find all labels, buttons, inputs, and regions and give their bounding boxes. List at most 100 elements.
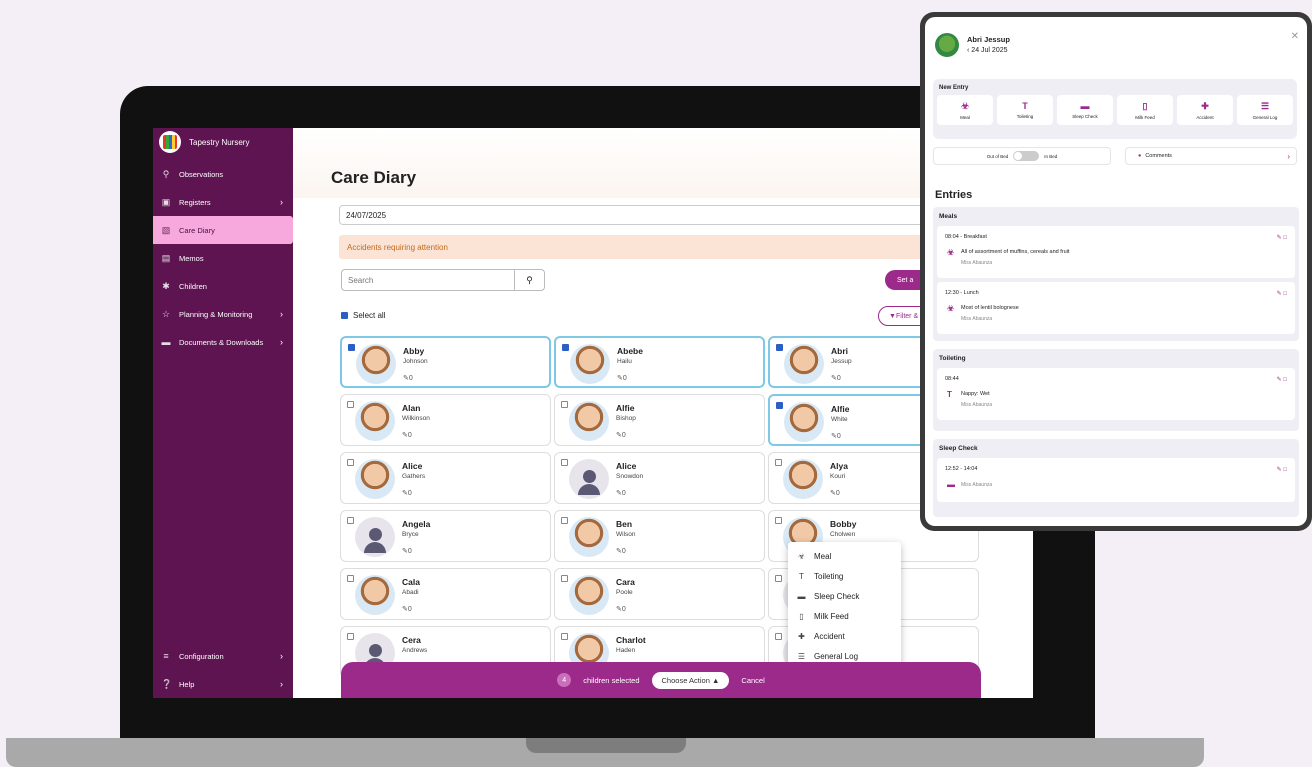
edit-icon[interactable]: ✎ □	[1277, 376, 1287, 383]
child-checkbox[interactable]	[775, 459, 782, 466]
sidebar-item-children[interactable]: ✱ Children	[153, 272, 293, 300]
child-checkbox[interactable]	[561, 401, 568, 408]
new-general-log-button[interactable]: ☰ General Log	[1237, 95, 1293, 125]
meal-icon: ☣	[947, 304, 955, 313]
entry-card[interactable]: 08:04 - Breakfast ☣ All of assortment of…	[937, 226, 1295, 278]
new-sleep-check-button[interactable]: ▬ Sleep Check	[1057, 95, 1113, 125]
child-checkbox[interactable]	[776, 402, 783, 409]
sidebar-item-planning[interactable]: ☆ Planning & Monitoring ›	[153, 300, 293, 328]
brand[interactable]: Tapestry Nursery	[153, 128, 293, 156]
child-last-name: Kouri	[830, 473, 846, 480]
child-first-name: Abri	[831, 346, 848, 356]
child-card[interactable]: Abebe Hailu ✎0	[554, 336, 765, 388]
entry-card[interactable]: 12:30 - Lunch ☣ Most of lentil bolognese…	[937, 282, 1295, 334]
meal-icon: ☣	[797, 551, 806, 561]
date-field[interactable]: 24/07/2025	[339, 205, 939, 225]
sidebar-item-care-diary[interactable]: ▧ Care Diary	[153, 216, 293, 244]
edit-icon[interactable]: ✎ □	[1277, 290, 1287, 297]
accidents-alert[interactable]: Accidents requiring attention	[339, 235, 939, 259]
child-card[interactable]: Angela Bryce ✎0	[340, 510, 551, 562]
child-first-name: Alya	[830, 461, 848, 471]
entry-staff: Miss Abaunza	[961, 260, 993, 266]
child-checkbox[interactable]	[347, 401, 354, 408]
child-checkbox[interactable]	[347, 633, 354, 640]
child-card[interactable]: Cala Abadi ✎0	[340, 568, 551, 620]
child-checkbox[interactable]	[561, 575, 568, 582]
new-entry-label: Milk Feed	[1135, 114, 1155, 120]
date-nav[interactable]: ‹ 24 Jul 2025	[967, 47, 1008, 54]
entry-count-value: 0	[407, 432, 412, 439]
laptop-notch	[526, 738, 686, 753]
child-card[interactable]: Alice Gathers ✎0	[340, 452, 551, 504]
new-entry-label: Toileting	[1016, 114, 1034, 119]
child-checkbox[interactable]	[348, 344, 355, 351]
choose-action-button[interactable]: Choose Action ▲	[651, 671, 730, 689]
edit-icon[interactable]: ✎ □	[1277, 466, 1287, 473]
new-meal-button[interactable]: ☣ Meal	[937, 95, 993, 125]
edit-icon[interactable]: ✎ □	[1277, 234, 1287, 241]
sidebar-item-memos[interactable]: ▤ Memos	[153, 244, 293, 272]
child-last-name: Cholwen	[830, 531, 856, 538]
bed-toggle[interactable]	[1013, 151, 1040, 161]
child-card[interactable]: Alan Wilkinson ✎0	[340, 394, 551, 446]
menu-item-milk-feed[interactable]: ▯ Milk Feed	[788, 606, 901, 626]
avatar	[569, 459, 609, 499]
page-title: Care Diary	[331, 168, 417, 187]
chevron-right-icon: ›	[280, 679, 283, 689]
toileting-section: Toileting 08:44 T Nappy: Wet Miss Abaunz…	[933, 349, 1299, 431]
child-checkbox[interactable]	[775, 575, 782, 582]
menu-item-toileting[interactable]: T Toileting	[788, 566, 901, 586]
child-checkbox[interactable]	[562, 344, 569, 351]
child-card[interactable]: Alice Snowdon ✎0	[554, 452, 765, 504]
list-icon: ☰	[797, 651, 806, 661]
search-input[interactable]	[342, 270, 514, 290]
chevron-left-icon[interactable]: ‹	[967, 47, 969, 54]
entry-count-value: 0	[622, 375, 627, 382]
child-last-name: Bishop	[616, 415, 636, 422]
list-icon: ☰	[1260, 100, 1270, 111]
sidebar-item-help[interactable]: ❔ Help ›	[153, 670, 293, 698]
select-all-checkbox[interactable]	[341, 312, 348, 319]
child-checkbox[interactable]	[347, 517, 354, 524]
entry-staff: Miss Abaunza	[961, 482, 993, 488]
select-all[interactable]: Select all	[341, 311, 385, 320]
entry-card[interactable]: 08:44 T Nappy: Wet Miss Abaunza ✎ □	[937, 368, 1295, 420]
child-checkbox[interactable]	[561, 459, 568, 466]
tablet-screen: Abri Jessup ‹ 24 Jul 2025 ✕ New Entry ☣ M…	[925, 17, 1307, 526]
child-card[interactable]: Ben Wilson ✎0	[554, 510, 765, 562]
child-last-name: Bryce	[402, 531, 419, 538]
new-toileting-button[interactable]: T Toileting	[997, 95, 1053, 125]
menu-item-sleep-check[interactable]: ▬ Sleep Check	[788, 586, 901, 606]
avatar	[570, 344, 610, 384]
entry-card[interactable]: 12:52 - 14:04 ▬ Miss Abaunza ✎ □	[937, 458, 1295, 502]
child-checkbox[interactable]	[561, 633, 568, 640]
child-card[interactable]: Alfie Bishop ✎0	[554, 394, 765, 446]
brand-name: Tapestry Nursery	[189, 137, 250, 147]
sidebar-item-registers[interactable]: ▣ Registers ›	[153, 188, 293, 216]
new-accident-button[interactable]: ✚ Accident	[1177, 95, 1233, 125]
comments-button[interactable]: ● Comments ›	[1125, 147, 1297, 165]
new-milk-feed-button[interactable]: ▯ Milk Feed	[1117, 95, 1173, 125]
child-checkbox[interactable]	[347, 575, 354, 582]
section-title: Meals	[939, 213, 958, 220]
new-entry-label: Sleep Check	[1072, 114, 1098, 119]
child-card[interactable]: Cara Poole ✎0	[554, 568, 765, 620]
new-entry-label: Accident	[1196, 114, 1214, 120]
child-checkbox[interactable]	[347, 459, 354, 466]
child-checkbox[interactable]	[561, 517, 568, 524]
entry-count: ✎0	[616, 489, 626, 497]
sidebar-item-documents[interactable]: ▬ Documents & Downloads ›	[153, 328, 293, 356]
child-card[interactable]: Abby Johnson ✎0	[340, 336, 551, 388]
menu-item-accident[interactable]: ✚ Accident	[788, 626, 901, 646]
child-checkbox[interactable]	[776, 344, 783, 351]
menu-item-meal[interactable]: ☣ Meal	[788, 546, 901, 566]
cancel-button[interactable]: Cancel	[741, 676, 764, 685]
sidebar-item-configuration[interactable]: ≡ Configuration ›	[153, 642, 293, 670]
chevron-right-icon: ›	[280, 309, 283, 319]
child-checkbox[interactable]	[775, 517, 782, 524]
search-button[interactable]: ⚲	[514, 270, 544, 290]
child-checkbox[interactable]	[775, 633, 782, 640]
sidebar-item-observations[interactable]: ⚲ Observations	[153, 160, 293, 188]
close-icon[interactable]: ✕	[1291, 31, 1299, 42]
select-all-label: Select all	[353, 311, 386, 320]
